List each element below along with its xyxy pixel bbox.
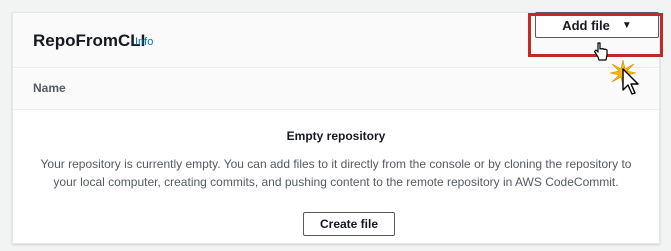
hand-pointer-icon (593, 42, 608, 61)
table-header: Name (13, 69, 659, 110)
column-header-name: Name (33, 81, 66, 95)
create-file-button[interactable]: Create file (303, 212, 395, 236)
mouse-cursor-icon (622, 68, 639, 95)
empty-state-message: Your repository is currently empty. You … (40, 157, 632, 189)
empty-state-title: Empty repository (286, 129, 386, 143)
info-link[interactable]: Info (135, 36, 153, 48)
repository-title: RepoFromCLI (33, 31, 146, 50)
